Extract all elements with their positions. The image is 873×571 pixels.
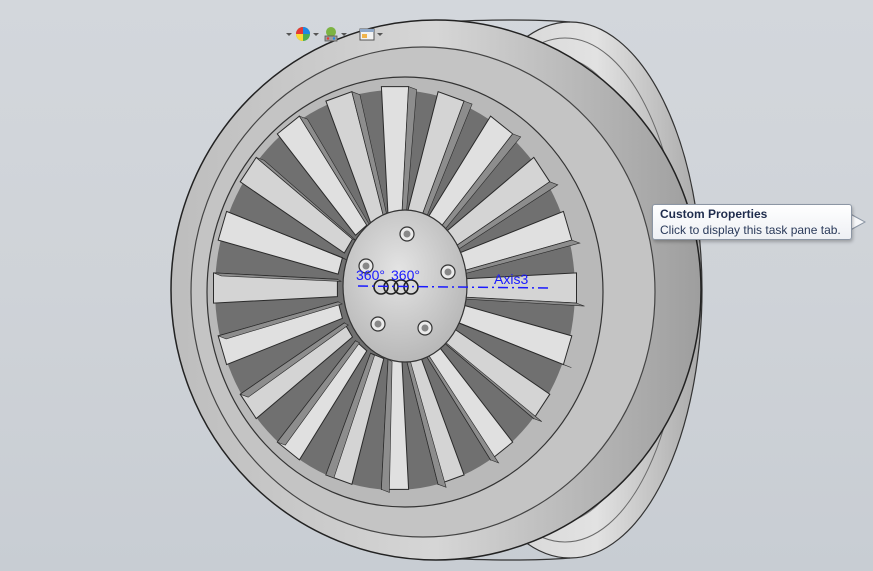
scene-icon <box>324 27 338 42</box>
wheel-rim-model[interactable] <box>0 0 873 571</box>
axis-label[interactable]: Axis3 <box>494 271 528 287</box>
angle-annotation-1[interactable]: 360° <box>356 267 385 283</box>
angle-annotation-2[interactable]: 360° <box>391 267 420 283</box>
apply-scene-button[interactable] <box>322 25 348 43</box>
chevron-down-icon[interactable] <box>313 32 319 36</box>
tooltip-title: Custom Properties <box>660 207 768 221</box>
heads-up-view-toolbar <box>284 24 384 44</box>
view-settings-icon <box>359 28 375 41</box>
chevron-down-icon[interactable] <box>377 32 383 36</box>
chevron-down-icon[interactable] <box>286 32 292 36</box>
graphics-viewport[interactable]: 360° 360° Axis3 Custom Properties Click … <box>0 0 873 571</box>
tooltip-body: Click to display this task pane tab. <box>660 223 841 237</box>
appearance-sphere-icon <box>296 27 310 41</box>
edit-appearance-button[interactable] <box>294 25 320 43</box>
chevron-down-icon[interactable] <box>341 32 347 36</box>
view-settings-button[interactable] <box>358 25 384 43</box>
custom-properties-tooltip: Custom Properties Click to display this … <box>652 204 852 240</box>
